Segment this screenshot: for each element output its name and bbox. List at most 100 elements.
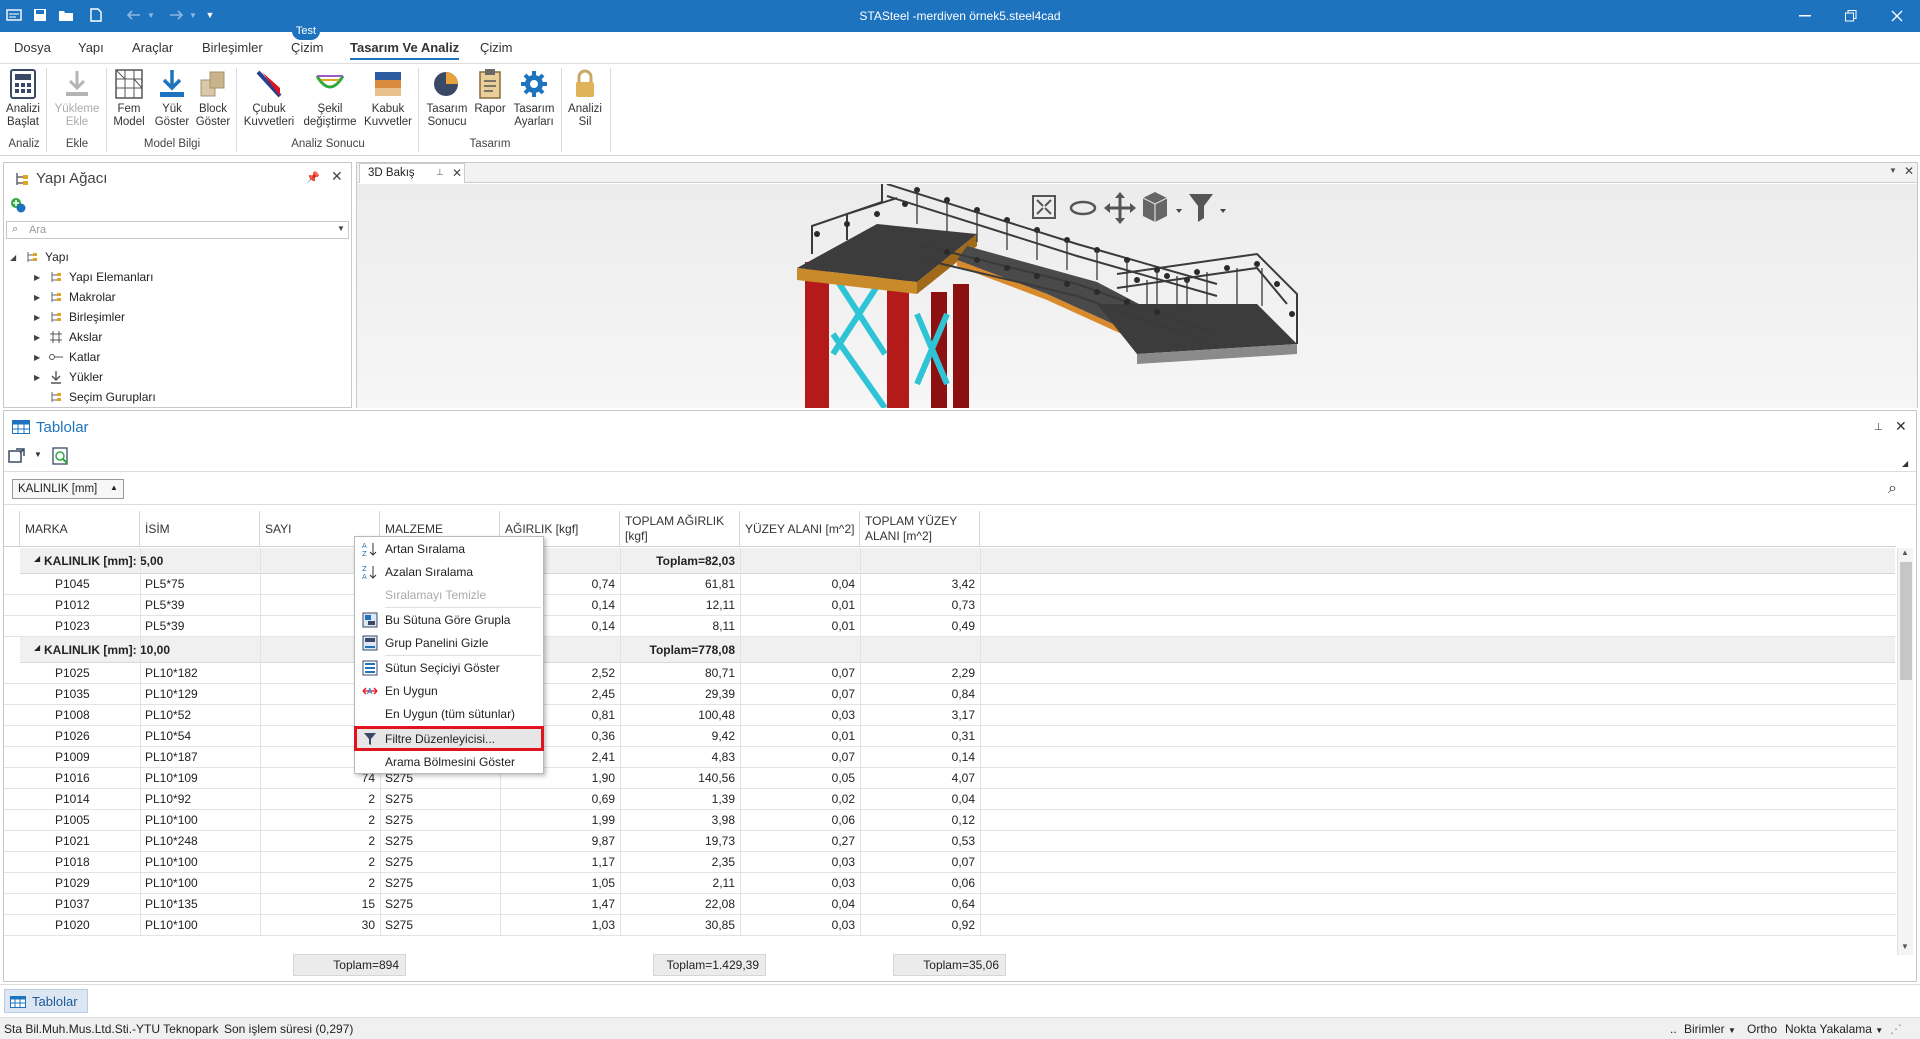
- clipboard-icon: [475, 68, 505, 100]
- table-row[interactable]: P1005 PL10*100 2 S275 1,99 3,98 0,06 0,12: [4, 810, 1896, 831]
- 3d-viewport[interactable]: [357, 184, 1917, 408]
- tree-label: Birleşimler: [69, 310, 126, 324]
- design-settings-button[interactable]: Tasarım Ayarları: [510, 68, 558, 129]
- deformation-button[interactable]: Şekil değiştirme: [300, 68, 360, 129]
- tree-item-katlar[interactable]: ▶ Katlar: [34, 347, 100, 367]
- close-panel-icon[interactable]: ✕: [331, 168, 343, 185]
- scroll-thumb[interactable]: [1900, 562, 1912, 680]
- chevron-down-icon[interactable]: ▼: [1889, 166, 1897, 175]
- close-panel-icon[interactable]: ✕: [1895, 418, 1907, 435]
- shell-forces-button[interactable]: Kabuk Kuvvetler: [362, 68, 414, 129]
- menu-cizim-test[interactable]: Çizim: [291, 40, 324, 55]
- menu-hide-group-panel[interactable]: Grup Panelini Gizle: [355, 631, 543, 654]
- header-yuzey-alani[interactable]: YÜZEY ALANI [m^2]: [740, 511, 860, 547]
- header-toplam-yuzey-alani[interactable]: TOPLAM YÜZEY ALANI [m^2]: [860, 511, 980, 547]
- table-row[interactable]: P1026 PL10*54 0,36 9,42 0,01 0,31: [4, 726, 1896, 747]
- menu-birlesimler[interactable]: Birleşimler: [202, 40, 263, 55]
- menu-araclar[interactable]: Araçlar: [132, 40, 173, 55]
- snap-dropdown[interactable]: Nokta Yakalama ▼: [1785, 1022, 1883, 1036]
- scroll-down-icon[interactable]: ▼: [1901, 942, 1909, 951]
- header-marka[interactable]: MARKA: [20, 511, 140, 547]
- scroll-up-icon[interactable]: ▲: [1901, 548, 1909, 557]
- tree-root[interactable]: ◢ Yapı: [10, 247, 69, 267]
- group-row[interactable]: ◢ KALINLIK [mm]: 10,00 Toplam=778,08: [20, 637, 1895, 663]
- vertical-scrollbar[interactable]: ▲ ▼: [1897, 548, 1913, 955]
- collapse-group-icon[interactable]: ◢: [34, 643, 40, 652]
- table-row[interactable]: P1037 PL10*135 15 S275 1,47 22,08 0,04 0,64: [4, 894, 1896, 915]
- table-row[interactable]: P1023 PL5*39 0,14 8,11 0,01 0,49: [4, 616, 1896, 637]
- menu-sort-descending[interactable]: Z A Azalan Sıralama: [355, 560, 543, 583]
- menu-show-column-chooser[interactable]: Sütun Seçiciyi Göster: [355, 656, 543, 679]
- collapse-group-icon[interactable]: ◢: [34, 554, 40, 563]
- show-block-button[interactable]: Block Göster: [194, 68, 232, 129]
- collapse-icon[interactable]: ◢: [1902, 459, 1908, 468]
- menu-dosya[interactable]: Dosya: [14, 40, 51, 55]
- tree-item-yukler[interactable]: ▶ Yükler: [34, 367, 103, 387]
- add-load-button[interactable]: Yükleme Ekle: [52, 68, 102, 129]
- group-chip-kalinlik[interactable]: KALINLIK [mm] ▲: [12, 479, 124, 499]
- fem-model-button[interactable]: Fem Model: [110, 68, 148, 129]
- cell-agirlik: 0,69: [591, 792, 615, 806]
- close-tab-icon[interactable]: ✕: [452, 166, 462, 180]
- menu-show-search-panel[interactable]: Arama Bölmesini Göster: [355, 750, 543, 773]
- menu-filter-editor[interactable]: Filtre Düzenleyicisi...: [354, 726, 544, 751]
- design-result-button[interactable]: Tasarım Sonucu: [424, 68, 470, 129]
- tab-3d-view[interactable]: 3D Bakış ⊥ ✕: [359, 163, 465, 183]
- start-analysis-button[interactable]: Analizi Başlat: [4, 68, 42, 129]
- add-group-icon[interactable]: [10, 197, 26, 213]
- close-icon[interactable]: [1874, 0, 1920, 32]
- table-row[interactable]: P1008 PL10*52 0,81 100,48 0,03 3,17: [4, 705, 1896, 726]
- group-row[interactable]: ◢ KALINLIK [mm]: 5,00 Toplam=82,03: [20, 548, 1895, 574]
- export-dropdown-icon[interactable]: ▼: [34, 450, 42, 459]
- table-row[interactable]: P1016 PL10*109 74 S275 1,90 140,56 0,05 4,07: [4, 768, 1896, 789]
- close-icon[interactable]: ✕: [1904, 164, 1914, 178]
- report-button[interactable]: Rapor: [472, 68, 508, 116]
- minimize-icon[interactable]: [1782, 0, 1828, 32]
- menu-best-fit-all-columns[interactable]: En Uygun (tüm sütunlar): [355, 702, 543, 725]
- menu-best-fit[interactable]: A En Uygun: [355, 679, 543, 702]
- table-row[interactable]: P1012 PL5*39 0,14 12,11 0,01 0,73: [4, 595, 1896, 616]
- table-row[interactable]: P1020 PL10*100 30 S275 1,03 30,85 0,03 0,92: [4, 915, 1896, 936]
- menu-clear-sorting[interactable]: Sıralamayı Temizle: [355, 583, 543, 606]
- load-icon: [48, 369, 64, 385]
- delete-analysis-button[interactable]: Analizi Sil: [564, 68, 606, 129]
- tree-search-input[interactable]: ⌕ Ara ▼: [6, 221, 349, 239]
- show-load-button[interactable]: Yük Göster: [152, 68, 192, 129]
- tree-item-akslar[interactable]: ▶ Akslar: [34, 327, 102, 347]
- table-row[interactable]: P1045 PL5*75 0,74 61,81 0,04 3,42: [4, 574, 1896, 595]
- footer-total-agirlik: Toplam=1.429,39: [653, 954, 766, 976]
- restore-icon[interactable]: [1828, 0, 1874, 32]
- menu-tasarim-ve-analiz[interactable]: Tasarım Ve Analiz: [350, 40, 460, 60]
- menu-cizim[interactable]: Çizim: [480, 40, 513, 55]
- table-row[interactable]: P1014 PL10*92 2 S275 0,69 1,39 0,02 0,04: [4, 789, 1896, 810]
- pin-icon[interactable]: 📌: [306, 171, 320, 184]
- menu-sort-ascending[interactable]: A Z Artan Sıralama: [355, 537, 543, 560]
- tree-item-secim-guruplari[interactable]: Seçim Gurupları: [44, 387, 156, 407]
- table-row[interactable]: P1018 PL10*100 2 S275 1,17 2,35 0,03 0,07: [4, 852, 1896, 873]
- group-label-ekle: Ekle: [65, 138, 89, 150]
- search-icon[interactable]: ⌕: [1888, 480, 1897, 498]
- resize-grip-icon[interactable]: ⋰: [1890, 1022, 1902, 1036]
- pin-icon[interactable]: ⊥: [1874, 422, 1883, 433]
- ortho-toggle[interactable]: Ortho: [1747, 1022, 1777, 1036]
- table-row[interactable]: P1035 PL10*129 2,45 29,39 0,07 0,84: [4, 684, 1896, 705]
- pin-icon[interactable]: ⊥: [436, 167, 444, 178]
- menu-group-by-column[interactable]: Bu Sütuna Göre Grupla: [355, 608, 543, 631]
- export-icon[interactable]: [8, 447, 30, 463]
- units-dropdown[interactable]: Birimler ▼: [1684, 1022, 1736, 1036]
- tree-item-yapi-elemanlari[interactable]: ▶ Yapı Elemanları: [34, 267, 154, 287]
- tree-item-birlesimler[interactable]: ▶ Birleşimler: [34, 307, 125, 327]
- table-row[interactable]: P1029 PL10*100 2 S275 1,05 2,11 0,03 0,06: [4, 873, 1896, 894]
- tab-tablolar[interactable]: Tablolar: [4, 989, 88, 1013]
- print-preview-icon[interactable]: [52, 447, 70, 465]
- table-row[interactable]: P1025 PL10*182 2,52 80,71 0,07 2,29: [4, 663, 1896, 684]
- member-forces-button[interactable]: Çubuk Kuvvetleri: [242, 68, 296, 129]
- chevron-down-icon[interactable]: ▼: [337, 224, 345, 233]
- table-row[interactable]: P1009 PL10*187 2,41 4,83 0,07 0,14: [4, 747, 1896, 768]
- header-isim[interactable]: İSİM: [140, 511, 260, 547]
- table-row[interactable]: P1021 PL10*248 2 S275 9,87 19,73 0,27 0,53: [4, 831, 1896, 852]
- tree-item-makrolar[interactable]: ▶ Makrolar: [34, 287, 116, 307]
- menu-yapi[interactable]: Yapı: [78, 40, 104, 55]
- group-panel: KALINLIK [mm] ▲ ⌕: [4, 471, 1916, 505]
- header-toplam-agirlik[interactable]: TOPLAM AĞIRLIK [kgf]: [620, 511, 740, 547]
